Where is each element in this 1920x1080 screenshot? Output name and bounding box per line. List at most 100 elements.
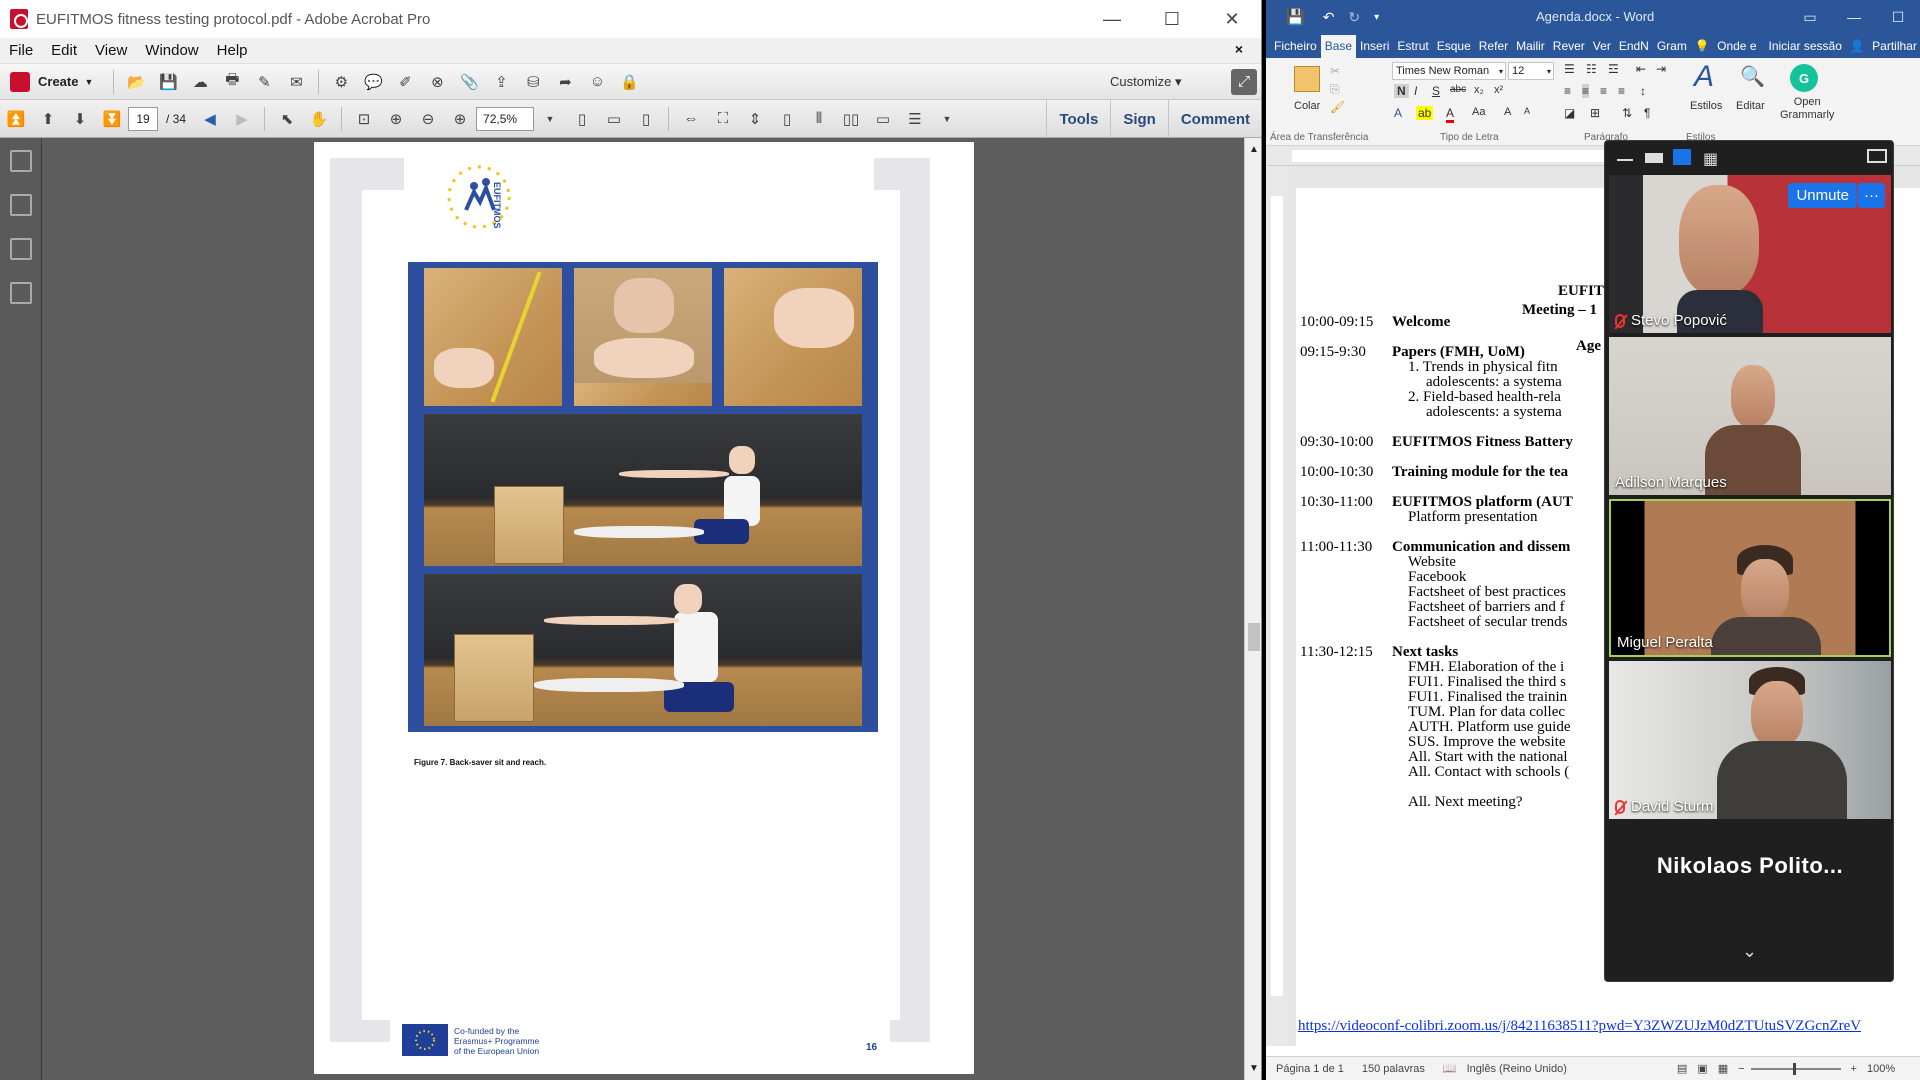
more-tools-icon[interactable]: ▼	[934, 106, 960, 132]
fit-visible-icon[interactable]: ⇔	[678, 106, 704, 132]
zoom-meeting-link[interactable]: https://videoconf-colibri.zoom.us/j/8421…	[1298, 1018, 1861, 1035]
increase-indent-icon[interactable]: ⇥	[1656, 62, 1666, 76]
zoom-level-input[interactable]: 72,5%	[476, 106, 535, 131]
align-right-icon[interactable]: ≡	[1600, 84, 1607, 98]
paste-icon[interactable]	[1294, 66, 1320, 92]
align-left-icon[interactable]: ≡	[1564, 84, 1571, 98]
save-icon[interactable]: 💾	[1286, 8, 1305, 26]
participant-tile-2[interactable]: Adilson Marques	[1609, 337, 1891, 495]
attach-icon[interactable]: 📎	[456, 69, 482, 95]
bullets-icon[interactable]: ☰	[1564, 62, 1575, 76]
share-icon[interactable]: ➦	[552, 69, 578, 95]
customize-qat-icon[interactable]: ▾	[1374, 12, 1379, 23]
underline-button[interactable]: S	[1432, 84, 1440, 98]
subscript-button[interactable]: x₂	[1474, 84, 1484, 96]
fit-width-icon[interactable]: ▭	[601, 106, 627, 132]
strikethrough-button[interactable]: abc	[1450, 84, 1466, 95]
tab-rever[interactable]: Rever	[1549, 35, 1589, 58]
status-zoom[interactable]: 100%	[1867, 1063, 1895, 1075]
menu-help[interactable]: Help	[208, 42, 257, 59]
grammarly-icon[interactable]: G	[1790, 64, 1818, 92]
highlight-icon[interactable]: ✐	[392, 69, 418, 95]
cloud-upload-icon[interactable]: ☁	[187, 69, 213, 95]
sort-icon[interactable]: ⇅	[1622, 106, 1632, 120]
comment-bubble-icon[interactable]: 💬	[360, 69, 386, 95]
bold-button[interactable]: N	[1394, 84, 1409, 98]
print-layout-icon[interactable]: ▣	[1697, 1062, 1707, 1075]
change-case-icon[interactable]: Aa	[1472, 106, 1485, 118]
save-icon[interactable]: 💾	[155, 69, 181, 95]
styles-button[interactable]: Estilos	[1690, 100, 1722, 112]
speaker-view-icon[interactable]	[1645, 153, 1663, 163]
reading-mode-icon[interactable]: ⇕	[742, 106, 768, 132]
font-size-select[interactable]: 12 ▾	[1508, 62, 1554, 80]
open-folder-icon[interactable]: 📂	[123, 69, 149, 95]
participant-tile-4[interactable]: David Sturm	[1609, 661, 1891, 819]
next-page-icon[interactable]: ⬇	[67, 106, 93, 132]
zoom-dropdown-icon[interactable]: ▼	[537, 106, 563, 132]
word-maximize-button[interactable]: ☐	[1876, 0, 1920, 34]
styles-icon[interactable]: A	[1694, 60, 1714, 94]
dynamic-zoom-icon[interactable]: ⊕	[383, 106, 409, 132]
first-page-icon[interactable]: ⏫	[3, 106, 29, 132]
cut-icon[interactable]: ✂	[1330, 64, 1340, 78]
email-icon[interactable]: ✉	[283, 69, 309, 95]
fullscreen-icon[interactable]: ⤢	[1231, 68, 1257, 95]
show-marks-icon[interactable]: ¶	[1644, 106, 1650, 120]
participant-tile-3[interactable]: Miguel Peralta	[1609, 499, 1891, 657]
status-words[interactable]: 150 palavras	[1362, 1063, 1425, 1075]
ribbon-display-icon[interactable]: ▭	[1788, 0, 1832, 34]
tab-inserir[interactable]: Inseri	[1356, 35, 1393, 58]
vertical-ruler[interactable]	[1266, 166, 1288, 1046]
customize-button[interactable]: Customize ▾	[1110, 74, 1182, 90]
undo-icon[interactable]: ↶	[1323, 9, 1335, 26]
web-layout-icon[interactable]: ▦	[1718, 1062, 1728, 1075]
minimize-video-icon[interactable]	[1617, 159, 1633, 161]
font-color-icon[interactable]: A	[1446, 106, 1455, 123]
select-cursor-icon[interactable]: ⬉	[274, 106, 300, 132]
sign-in-link[interactable]: Iniciar sessão	[1765, 35, 1846, 58]
delete-icon[interactable]: ⊗	[424, 69, 450, 95]
go-forward-icon[interactable]: ▶	[229, 106, 255, 132]
numbering-icon[interactable]: ☷	[1586, 62, 1597, 76]
vertical-scrollbar[interactable]: ▲ ▼	[1244, 138, 1261, 1080]
tab-grammarly[interactable]: Gram	[1653, 35, 1691, 58]
maximize-button[interactable]: ☐	[1142, 0, 1202, 38]
tab-ficheiro[interactable]: Ficheiro	[1266, 35, 1321, 58]
attachments-icon[interactable]	[10, 238, 32, 260]
redo-icon[interactable]: ↻	[1348, 9, 1360, 26]
line-spacing-icon[interactable]: ↕	[1640, 84, 1646, 98]
tab-sign[interactable]: Sign	[1110, 100, 1168, 138]
tab-referencias[interactable]: Refer	[1475, 35, 1512, 58]
menu-edit[interactable]: Edit	[42, 42, 86, 59]
tab-estrutura[interactable]: Estrut	[1393, 35, 1432, 58]
hand-tool-icon[interactable]: ✋	[306, 106, 332, 132]
decrease-indent-icon[interactable]: ⇤	[1636, 62, 1646, 76]
tab-ver[interactable]: Ver	[1589, 35, 1615, 58]
copy-icon[interactable]: ⎘	[1330, 82, 1340, 97]
zoom-slider[interactable]	[1750, 1062, 1841, 1075]
print-icon[interactable]: 🖶	[219, 69, 245, 95]
previous-page-icon[interactable]: ⬆	[35, 106, 61, 132]
tab-tools[interactable]: Tools	[1046, 100, 1110, 138]
two-page-icon[interactable]: ▯▯	[838, 106, 864, 132]
go-back-icon[interactable]: ◀	[197, 106, 223, 132]
superscript-button[interactable]: x²	[1494, 84, 1503, 96]
highlight-color-icon[interactable]: ab	[1416, 106, 1434, 120]
page-thumbnails-icon[interactable]	[10, 150, 32, 172]
close-document-icon[interactable]: ×	[1226, 41, 1252, 57]
zoom-in-icon[interactable]: +	[1851, 1063, 1857, 1075]
marquee-zoom-icon[interactable]: ⊡	[351, 106, 377, 132]
tab-endnote[interactable]: EndN	[1615, 35, 1653, 58]
gallery-view-icon[interactable]: ▦	[1703, 149, 1718, 169]
list-view-icon[interactable]: ☰	[902, 106, 928, 132]
scrollbar-thumb[interactable]	[1248, 623, 1260, 651]
format-painter-icon[interactable]: 🖌	[1330, 100, 1345, 114]
menu-window[interactable]: Window	[136, 42, 207, 59]
status-page[interactable]: Página 1 de 1	[1276, 1063, 1344, 1075]
export-icon[interactable]: ⇪	[488, 69, 514, 95]
zoom-out-icon[interactable]: −	[1738, 1063, 1744, 1075]
word-minimize-button[interactable]: —	[1832, 0, 1876, 34]
editing-button[interactable]: Editar	[1736, 100, 1765, 112]
strip-view-icon[interactable]	[1673, 149, 1691, 165]
